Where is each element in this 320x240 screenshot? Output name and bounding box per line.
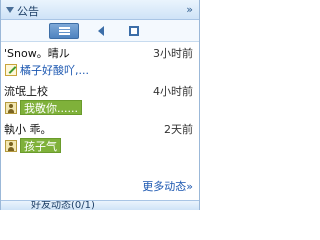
list-icon bbox=[59, 27, 70, 35]
feed-status-text[interactable]: 我敬你...... bbox=[20, 100, 82, 115]
feed-status[interactable]: 孩子气 bbox=[5, 138, 61, 153]
feed-status[interactable]: 我敬你...... bbox=[5, 100, 82, 115]
next-section-title: 好友动态(0/1) bbox=[31, 200, 95, 210]
feed-time: 2天前 bbox=[164, 123, 193, 136]
feed-status-text[interactable]: 橘子好酸吖,... bbox=[20, 62, 89, 78]
more-activity-link[interactable]: 更多动态» bbox=[142, 178, 193, 194]
next-section-header[interactable]: 好友动态(0/1) bbox=[1, 200, 199, 210]
feed-status-text[interactable]: 孩子气 bbox=[20, 138, 61, 153]
panel-title: 公告 bbox=[17, 5, 39, 18]
tab-box[interactable] bbox=[119, 23, 149, 39]
expand-arrow-icon[interactable] bbox=[6, 7, 14, 13]
collapse-icon[interactable]: » bbox=[186, 3, 193, 16]
person-icon bbox=[5, 101, 17, 114]
feed-item[interactable]: 流氓上校 4小时前 我敬你...... bbox=[1, 81, 199, 119]
feed-user-name[interactable]: 'Snow。晴ル bbox=[4, 45, 70, 61]
feed-time: 3小时前 bbox=[153, 47, 193, 60]
panel-title-bar[interactable]: 公告 » bbox=[1, 0, 199, 20]
feed-item[interactable]: 'Snow。晴ル 3小时前 橘子好酸吖,... bbox=[1, 43, 199, 81]
feed-user-name[interactable]: 流氓上校 bbox=[4, 83, 48, 99]
tab-list[interactable] bbox=[49, 23, 79, 39]
pencil-icon bbox=[5, 63, 17, 76]
feed-user-name[interactable]: 執小 乖。 bbox=[4, 121, 52, 137]
activity-feed: 'Snow。晴ル 3小时前 橘子好酸吖,... 流氓上校 4小时前 我敬你...… bbox=[1, 43, 199, 157]
tab-bar bbox=[1, 20, 199, 42]
square-icon bbox=[129, 26, 139, 36]
feed-status[interactable]: 橘子好酸吖,... bbox=[5, 62, 89, 77]
person-icon bbox=[5, 139, 17, 152]
speaker-icon bbox=[98, 26, 104, 36]
tab-sound[interactable] bbox=[87, 23, 117, 39]
notice-panel: 公告 » 'Snow。晴ル 3小时前 橘子好酸吖,... 流氓上校 4小时前 我… bbox=[0, 0, 200, 210]
feed-item[interactable]: 執小 乖。 2天前 孩子气 bbox=[1, 119, 199, 157]
feed-time: 4小时前 bbox=[153, 85, 193, 98]
